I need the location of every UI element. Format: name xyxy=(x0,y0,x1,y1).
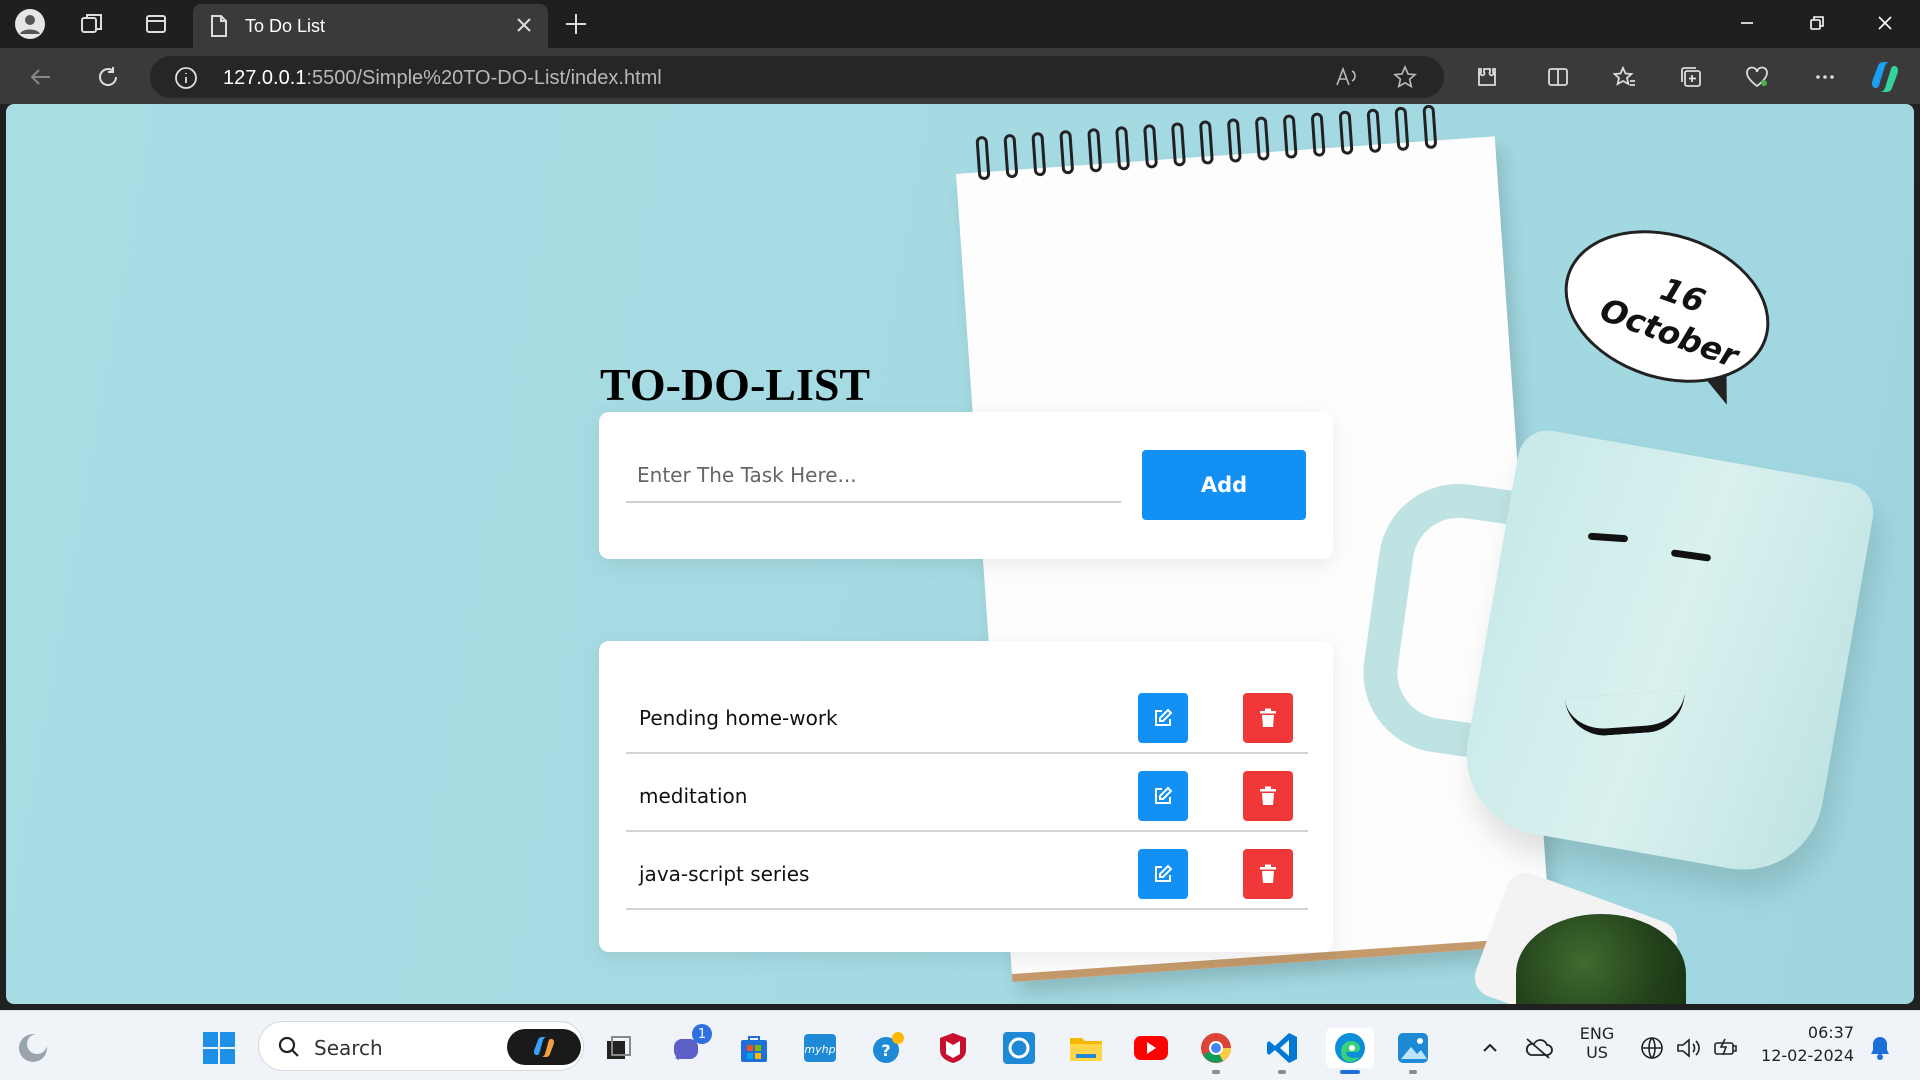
task-text: Pending home-work xyxy=(639,706,838,730)
notifications-bell-icon[interactable] xyxy=(1860,1028,1900,1068)
minimize-icon[interactable] xyxy=(1712,0,1782,46)
task-input-card: Add xyxy=(599,412,1333,559)
browser-toolbar: 127.0.0.1:5500/Simple%20TO-DO-List/index… xyxy=(0,48,1920,104)
url-path: :5500/Simple%20TO-DO-List/index.html xyxy=(306,67,662,89)
favorites-icon[interactable] xyxy=(1608,60,1642,94)
clock[interactable]: 06:37 12-02-2024 xyxy=(1754,1023,1854,1065)
tab-actions-icon[interactable] xyxy=(140,8,172,40)
edit-icon xyxy=(1155,864,1173,882)
running-indicator xyxy=(1278,1070,1286,1074)
close-window-icon[interactable] xyxy=(1850,0,1920,46)
workspaces-icon[interactable] xyxy=(76,8,108,40)
clock-time: 06:37 xyxy=(1807,1023,1854,1042)
chrome-icon[interactable] xyxy=(1196,1028,1236,1074)
task-view-icon[interactable] xyxy=(598,1028,638,1068)
search-icon xyxy=(277,1035,301,1064)
task-row: meditation xyxy=(626,754,1308,832)
page-viewport: 16 October TO-DO-LIST Add Pending home-w… xyxy=(6,104,1914,1004)
mug-illustration xyxy=(1454,425,1878,883)
copilot-icon[interactable] xyxy=(1868,60,1902,94)
svg-text:myhp: myhp xyxy=(804,1043,835,1056)
running-indicator xyxy=(1409,1070,1417,1074)
trash-icon xyxy=(1260,708,1276,727)
get-help-icon[interactable]: ? xyxy=(868,1028,908,1068)
address-bar[interactable]: 127.0.0.1:5500/Simple%20TO-DO-List/index… xyxy=(150,56,1444,98)
task-row: java-script series xyxy=(626,832,1308,910)
onedrive-icon[interactable] xyxy=(1518,1028,1558,1068)
url-text[interactable]: 127.0.0.1:5500/Simple%20TO-DO-List/index… xyxy=(223,67,662,90)
language-code: ENG xyxy=(1579,1024,1615,1043)
page-title: TO-DO-LIST xyxy=(600,359,871,410)
task-text: meditation xyxy=(639,784,748,808)
restore-icon[interactable] xyxy=(1782,0,1852,46)
active-indicator xyxy=(1340,1070,1360,1074)
read-aloud-icon[interactable] xyxy=(1334,65,1360,94)
running-indicator xyxy=(1212,1070,1220,1074)
tab-to-do-list[interactable]: To Do List xyxy=(193,4,548,48)
close-tab-icon[interactable] xyxy=(515,16,533,39)
task-list-card: Pending home-work meditation java-script… xyxy=(599,641,1333,952)
site-info-icon[interactable] xyxy=(174,66,198,95)
taskbar-search[interactable]: Search xyxy=(258,1021,584,1071)
teams-chat-icon[interactable]: 1 xyxy=(668,1024,712,1068)
url-host: 127.0.0.1 xyxy=(223,67,307,89)
svg-text:?: ? xyxy=(881,1041,890,1060)
profile-avatar-icon[interactable] xyxy=(14,8,46,40)
trash-icon xyxy=(1260,786,1276,805)
back-icon[interactable] xyxy=(24,60,58,94)
task-text: java-script series xyxy=(639,862,810,886)
new-tab-icon[interactable] xyxy=(560,8,592,40)
region-code: US xyxy=(1586,1043,1608,1062)
weather-widget-icon[interactable] xyxy=(13,1028,53,1068)
clock-date: 12-02-2024 xyxy=(1761,1046,1854,1065)
search-label: Search xyxy=(314,1036,383,1060)
show-hidden-icons-chevron[interactable] xyxy=(1470,1028,1510,1068)
edit-icon xyxy=(1155,708,1173,726)
teams-badge: 1 xyxy=(692,1024,712,1044)
collections-icon[interactable] xyxy=(1674,60,1708,94)
network-globe-icon[interactable] xyxy=(1632,1028,1672,1068)
add-button[interactable]: Add xyxy=(1142,450,1306,520)
start-icon[interactable] xyxy=(199,1028,239,1068)
edge-icon[interactable] xyxy=(1326,1028,1374,1074)
youtube-icon[interactable] xyxy=(1131,1028,1171,1068)
language-indicator[interactable]: ENG US xyxy=(1572,1024,1622,1062)
delete-button[interactable] xyxy=(1243,771,1293,821)
browser-essentials-icon[interactable] xyxy=(1740,60,1774,94)
extensions-icon[interactable] xyxy=(1470,60,1504,94)
volume-icon[interactable] xyxy=(1668,1028,1708,1068)
refresh-icon[interactable] xyxy=(91,60,125,94)
copilot-search-pill[interactable] xyxy=(507,1029,581,1065)
file-explorer-icon[interactable] xyxy=(1066,1028,1106,1068)
microsoft-store-icon[interactable] xyxy=(734,1028,774,1068)
cortana-icon[interactable] xyxy=(999,1028,1039,1068)
myhp-icon[interactable]: myhp xyxy=(800,1028,840,1068)
battery-charging-icon[interactable] xyxy=(1706,1028,1746,1068)
edit-icon xyxy=(1155,786,1173,804)
photos-icon[interactable] xyxy=(1393,1028,1433,1074)
tab-title: To Do List xyxy=(245,16,326,36)
favorite-star-icon[interactable] xyxy=(1393,64,1417,94)
trash-icon xyxy=(1260,864,1276,883)
tab-strip: To Do List xyxy=(0,0,1920,48)
edit-button[interactable] xyxy=(1138,771,1188,821)
delete-button[interactable] xyxy=(1243,693,1293,743)
more-options-icon[interactable] xyxy=(1808,60,1842,94)
windows-taskbar: Search 1 myhp ? ENG US 06:37 12-02-2024 xyxy=(0,1010,1920,1080)
vscode-icon[interactable] xyxy=(1262,1028,1302,1074)
split-screen-icon[interactable] xyxy=(1541,60,1575,94)
task-input[interactable] xyxy=(626,448,1121,503)
mcafee-icon[interactable] xyxy=(933,1028,973,1068)
edit-button[interactable] xyxy=(1138,693,1188,743)
page-icon xyxy=(209,14,229,43)
task-row: Pending home-work xyxy=(626,676,1308,754)
edit-button[interactable] xyxy=(1138,849,1188,899)
delete-button[interactable] xyxy=(1243,849,1293,899)
